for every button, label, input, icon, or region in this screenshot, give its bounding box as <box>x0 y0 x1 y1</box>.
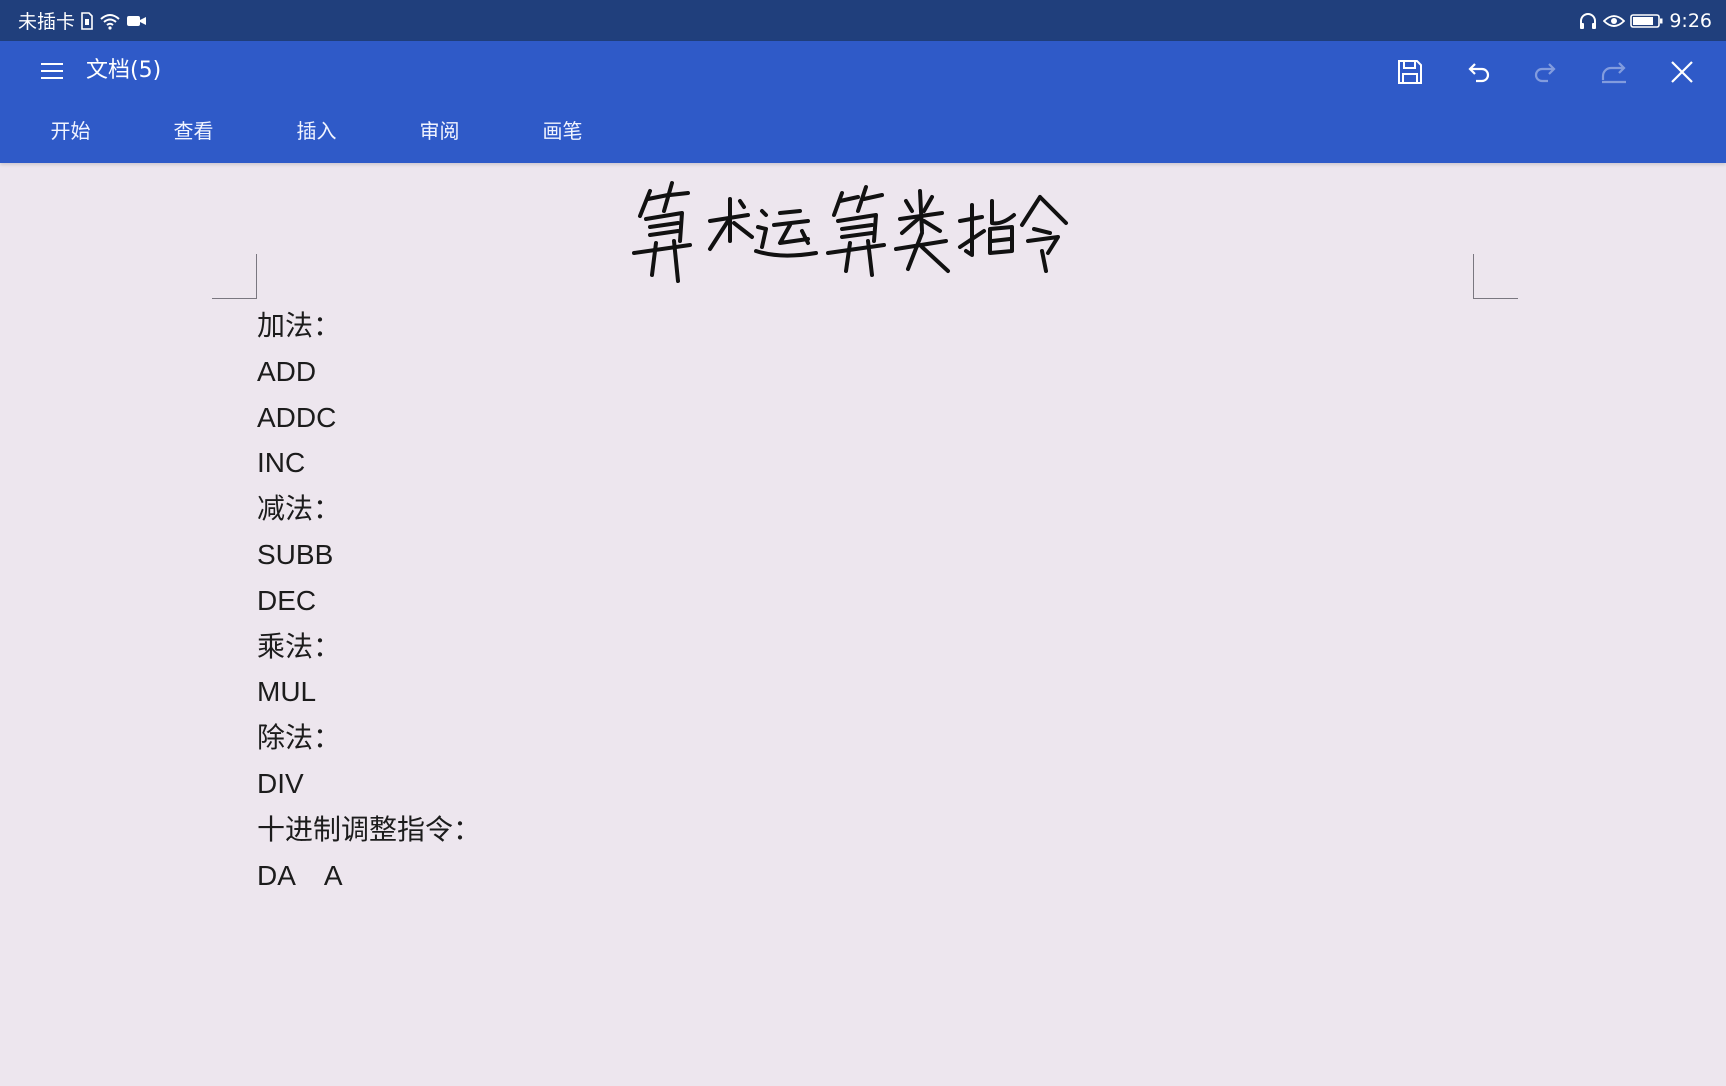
document-title: 文档(5) <box>86 58 162 83</box>
document-body[interactable]: 加法： ADD ADDC INC 减法： SUBB DEC 乘法： MUL 除法… <box>257 303 481 898</box>
sim-status-text: 未插卡 <box>18 11 76 33</box>
undo-button[interactable] <box>1444 51 1512 93</box>
doc-line: DEC <box>257 584 317 616</box>
save-button[interactable] <box>1376 51 1444 93</box>
close-button[interactable] <box>1648 51 1716 93</box>
share-icon <box>1601 62 1626 84</box>
menu-button[interactable] <box>38 57 66 85</box>
app-header: 文档(5) 开始 查看 插入 审阅 画笔 <box>0 41 1726 163</box>
doc-line-heading: 减法： <box>257 493 342 525</box>
doc-line-heading: 除法： <box>257 722 342 754</box>
toolbar-actions <box>1376 51 1716 93</box>
page-margin-corner-left <box>212 254 257 299</box>
share-button[interactable] <box>1580 51 1648 93</box>
tab-pen[interactable]: 画笔 <box>501 116 624 146</box>
doc-line: SUBB <box>257 538 334 570</box>
doc-line: ADDC <box>257 401 337 433</box>
doc-line: MUL <box>257 676 317 708</box>
status-bar-left: 未插卡 <box>18 7 148 34</box>
doc-line: DA A <box>257 859 343 891</box>
doc-line: DIV <box>257 767 304 799</box>
doc-line: ADD <box>257 355 317 387</box>
undo-icon <box>1468 63 1490 83</box>
tab-insert[interactable]: 插入 <box>255 116 378 146</box>
wifi-icon <box>99 12 121 30</box>
sim-card-icon <box>80 11 94 30</box>
headphones-icon <box>1578 12 1598 30</box>
screen-record-icon <box>126 13 148 29</box>
handwritten-title <box>632 181 1068 283</box>
document-canvas[interactable]: 加法： ADD ADDC INC 减法： SUBB DEC 乘法： MUL 除法… <box>0 163 1726 1086</box>
status-bar-right: 9:26 <box>1578 10 1712 32</box>
ribbon-tabs: 开始 查看 插入 审阅 画笔 <box>0 116 624 146</box>
battery-icon <box>1630 13 1664 29</box>
tab-view[interactable]: 查看 <box>132 116 255 146</box>
hamburger-icon <box>41 63 63 79</box>
save-icon <box>1398 60 1422 84</box>
doc-line-heading: 加法： <box>257 310 342 341</box>
eye-comfort-icon <box>1603 13 1626 29</box>
redo-icon <box>1534 63 1556 83</box>
close-icon <box>1671 61 1693 83</box>
tab-start[interactable]: 开始 <box>9 116 132 146</box>
page-margin-corner-right <box>1473 254 1518 299</box>
doc-line: INC <box>257 447 306 479</box>
clock: 9:26 <box>1669 9 1712 32</box>
doc-line-heading: 乘法： <box>257 630 342 662</box>
tab-review[interactable]: 审阅 <box>378 116 501 146</box>
redo-button[interactable] <box>1512 51 1580 93</box>
title-row: 文档(5) <box>0 41 1726 103</box>
status-bar: 未插卡 9:26 <box>0 0 1726 41</box>
doc-line-heading: 十进制调整指令： <box>257 813 482 845</box>
